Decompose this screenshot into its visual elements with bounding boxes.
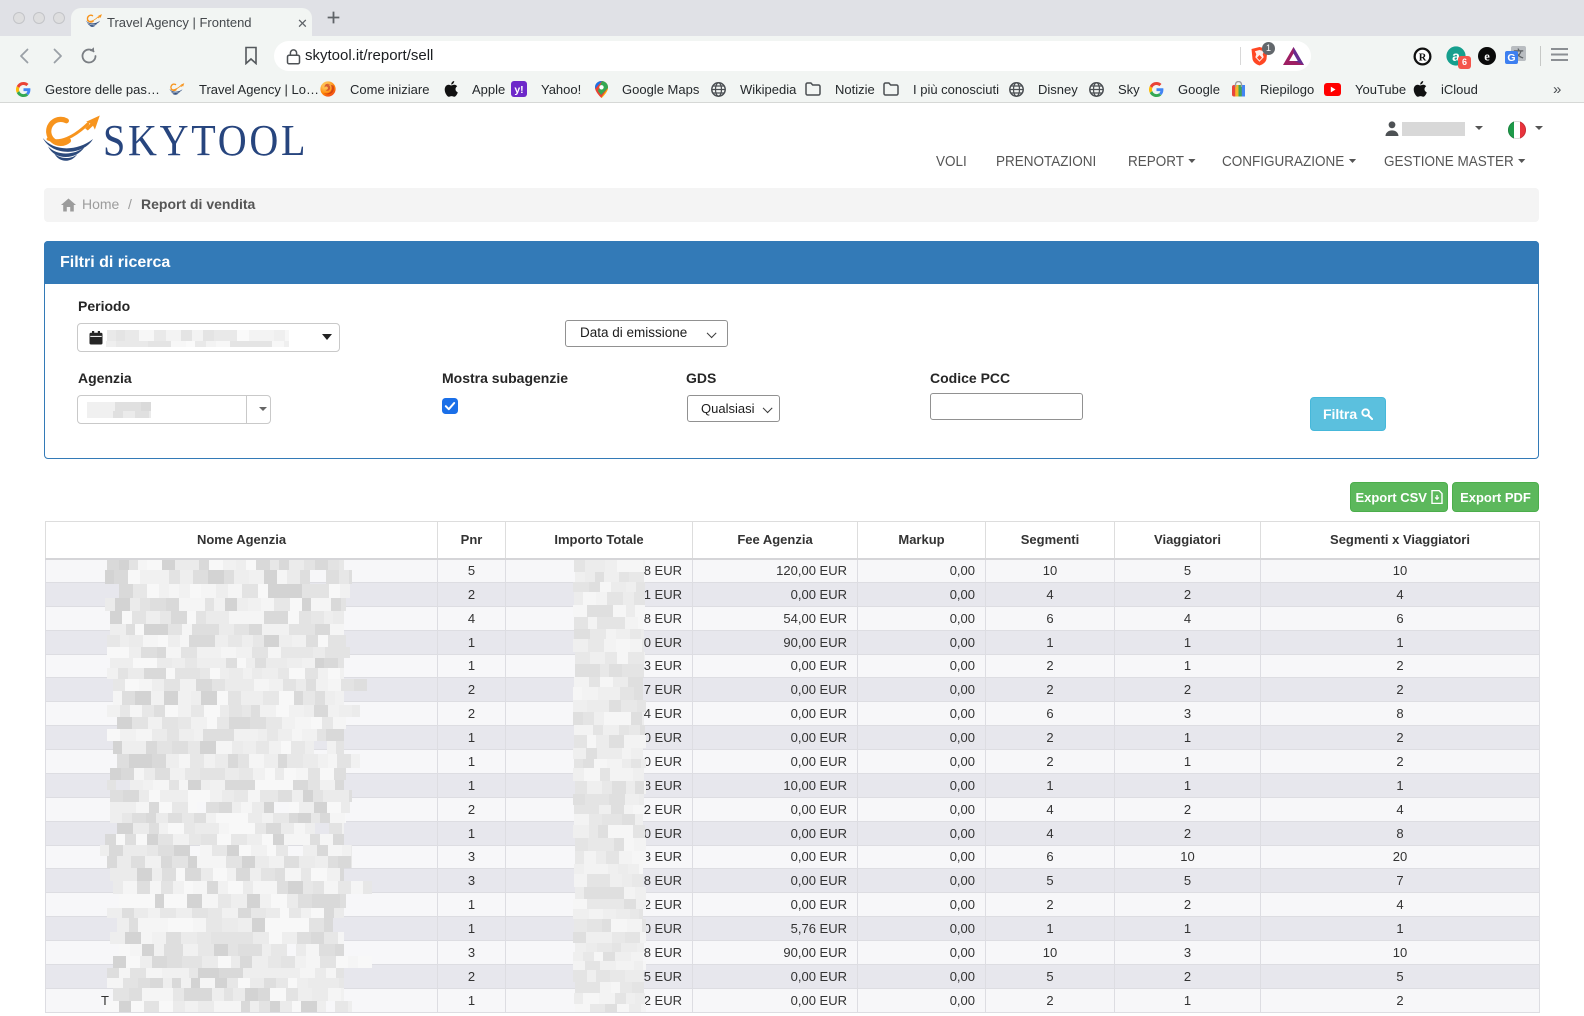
svg-text:e: e [1484,49,1490,63]
svg-text:y!: y! [514,84,523,96]
svg-text:G: G [1507,52,1515,64]
svg-text:R: R [1419,52,1427,63]
